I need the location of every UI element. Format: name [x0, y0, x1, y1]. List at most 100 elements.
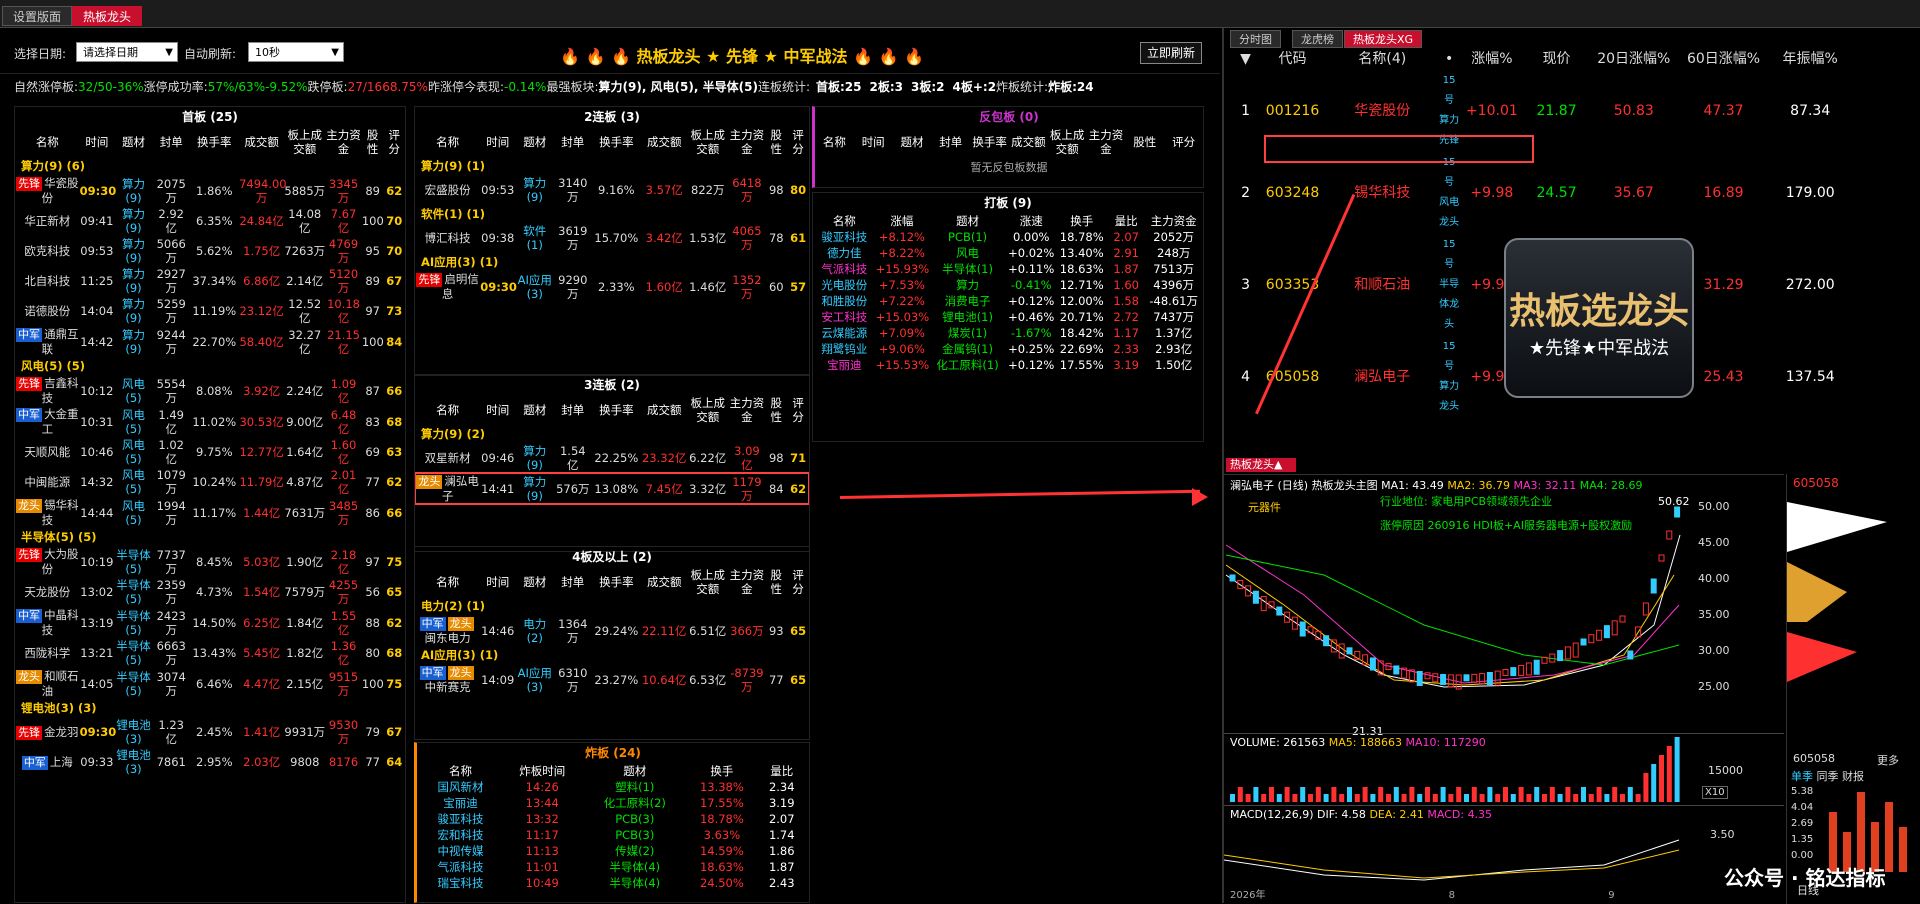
volume-bar — [1581, 787, 1586, 802]
table-row[interactable]: 龙头 澜弘电子 14:41 算力(9) 576万 13.08% 7.45亿 3.32亿 1179… — [415, 472, 809, 505]
candle — [1393, 665, 1400, 675]
tab-hot-board-leader[interactable]: 热板龙头 — [72, 6, 143, 26]
y-tick: 50.00 — [1698, 500, 1730, 513]
table-row[interactable]: 先锋 金龙羽 09:30 锂电池(3) 1.23亿 2.45% 1.41亿 9931万 9530… — [15, 717, 405, 747]
table-row[interactable]: 宝丽迪 13:44 化工原料(2) 17.55% 3.19 — [417, 795, 809, 811]
tab-intraday[interactable]: 分时图 — [1230, 30, 1281, 48]
daban-cell: +7.09% — [878, 326, 925, 340]
column-header: 封单 — [561, 403, 585, 417]
time-cell: 09:53 — [481, 183, 515, 197]
table-row[interactable]: 和胜股份 +7.22% 消费电子 +0.12% 12.00% 1.58 -48.61万 — [813, 293, 1203, 309]
candle — [1611, 620, 1618, 636]
chip-red — [1787, 632, 1857, 682]
table-row[interactable]: 宏和科技 11:17 PCB(3) 3.63% 1.74 — [417, 827, 809, 843]
tab-settings-layout[interactable]: 设置版面 — [2, 6, 73, 26]
table-row[interactable]: 龙头 和顺石油 14:05 半导体(5) 3074万 6.46% 4.47亿 2.15亿 951… — [15, 668, 405, 699]
table-row[interactable]: 西陇科学 13:21 半导体(5) 6663万 13.43% 5.45亿 1.82亿 1.36… — [15, 638, 405, 668]
table-row[interactable]: 中军 龙头中新赛克 14:09 AI应用(3) 6310万 23.27% 10.64亿 6.5… — [415, 664, 809, 695]
auto-refresh-select[interactable]: 10秒 ▼ — [248, 42, 344, 62]
candle — [1564, 646, 1571, 660]
stock-nature-cell: 84 — [768, 481, 784, 496]
side-tab[interactable]: 单季 — [1791, 770, 1813, 783]
stock-nature-cell: 93 — [768, 623, 784, 638]
stock-nature-cell: 95 — [365, 244, 380, 258]
table-row[interactable]: 气派科技 11:01 半导体(4) 18.63% 1.87 — [417, 859, 809, 875]
stock-nature-cell: 86 — [365, 505, 380, 520]
daban-cell: 1.37亿 — [1155, 326, 1193, 340]
column-header: 换手率 — [599, 575, 634, 589]
table-row[interactable]: 华正新材 09:41 算力(9) 2.92亿 6.35% 24.84亿 14.08亿 7.67… — [15, 206, 405, 236]
table-row[interactable]: 中军 上海 09:33 锂电池(3) 7861 2.95% 2.03亿 9808 8176 77 6… — [15, 747, 405, 777]
chip-orange — [1787, 562, 1847, 622]
turnover-cell: 11.19% — [192, 304, 237, 318]
table-row[interactable]: 国风新材 14:26 塑料(1) 13.38% 2.34 — [417, 779, 809, 795]
tag-badge: 龙头 — [447, 617, 474, 631]
zhaban-cell: 3.19 — [768, 796, 795, 810]
table-row[interactable]: 龙头 锡华科技 14:44 风电(5) 1994万 11.17% 1.44亿 7631万 348… — [15, 497, 405, 528]
table-row[interactable]: 先锋 大为股份 10:19 半导体(5) 7737万 8.45% 5.03亿 1.90亿 2.1… — [15, 546, 405, 577]
tab-hot-board-xg[interactable]: 热板龙头XG — [1344, 30, 1423, 48]
board-amount-cell: 9931万 — [284, 725, 326, 739]
auto-refresh-label: 自动刷新: — [184, 47, 237, 61]
table-row[interactable]: 先锋 启明信息 09:30 AI应用(3) 9290万 2.33% 1.60亿 1.46亿 13… — [415, 271, 809, 302]
table-row[interactable]: 中军 通鼎互联 14:42 算力(9) 9244万 22.70% 58.40亿 32.27亿 2… — [15, 326, 405, 357]
zhaban-cell: 化工原料(2) — [603, 796, 666, 810]
volume-panel: VOLUME: 261563 MA5: 188663 MA10: 117290 … — [1224, 733, 1784, 803]
volume-bar — [1495, 794, 1501, 802]
table-row[interactable]: 翔鹭钨业 +9.06% 金属钨(1) +0.25% 22.69% 2.33 2.93亿 — [813, 341, 1203, 357]
stock-name-cell: 中军 上海 — [15, 747, 80, 777]
zhaban-cell: 13.38% — [699, 780, 744, 794]
table-row[interactable]: 安工科技 +15.03% 锂电池(1) +0.46% 20.71% 2.72 7437万 — [813, 309, 1203, 325]
table-row[interactable]: 宝丽迪 +15.53% 化工原料(1) +0.12% 17.55% 3.19 1.50亿 — [813, 357, 1203, 373]
amount-cell: 23.32亿 — [641, 451, 687, 465]
table-row[interactable]: 诺德股份 14:04 算力(9) 5259万 11.19% 23.12亿 12.52亿 10.… — [15, 296, 405, 326]
stock-name: 天顺风能 — [24, 445, 71, 459]
amount-cell: 10.64亿 — [641, 672, 687, 687]
table-row[interactable]: 2 603248 锡华科技 15号 风电龙头 +9.98 24.57 35.67 16.89 1… — [1232, 152, 1852, 234]
tab-dragon-tiger[interactable]: 龙虎榜 — [1292, 30, 1343, 48]
table-row[interactable]: 先锋 华瓷股份 09:30 算力(9) 2075万 1.86% 7494.00万 5885万 3… — [15, 175, 405, 206]
main-fund-cell: -8739万 — [730, 665, 764, 694]
daban-cell: 7437万 — [1153, 310, 1195, 324]
table-row[interactable]: 中闽能源 14:32 风电(5) 1079万 10.24% 11.79亿 4.87亿 2.01… — [15, 467, 405, 497]
table-row[interactable]: 气派科技 +15.93% 半导体(1) +0.11% 18.63% 1.87 7513万 — [813, 261, 1203, 277]
more-link[interactable]: 更多 — [1877, 752, 1899, 768]
tag-badge: 先锋 — [16, 725, 43, 740]
turnover-cell: 10.24% — [192, 475, 237, 489]
row-index: 2 — [1241, 185, 1251, 201]
table-row[interactable]: 天龙股份 13:02 半导体(5) 2359万 4.73% 1.54亿 7579万 4255万… — [15, 577, 405, 607]
volume-bar — [1401, 794, 1407, 802]
table-row[interactable]: 中军 中晶科技 13:19 半导体(5) 2423万 14.50% 6.25亿 1.84亿 1.… — [15, 607, 405, 638]
table-row[interactable]: 欧克科技 09:53 算力(9) 5066万 5.62% 1.75亿 7263万 4769万 9… — [15, 236, 405, 266]
x-tick: 9 — [1608, 890, 1615, 901]
table-row[interactable]: 骏亚科技 +8.12% PCB(1) 0.00% 18.78% 2.07 2052万 — [813, 229, 1203, 245]
table-row[interactable]: 骏亚科技 13:32 PCB(3) 18.78% 2.07 — [417, 811, 809, 827]
candle — [1299, 621, 1306, 637]
chart-tab[interactable]: 热板龙头▲ — [1226, 458, 1296, 472]
stock-name: 启明信息 — [441, 272, 479, 301]
table-row[interactable]: 中军 龙头闽东电力 14:46 电力(2) 1364万 29.24% 22.11亿 6.51亿… — [415, 615, 809, 646]
table-row[interactable]: 中视传媒 11:13 传媒(2) 14.59% 1.86 — [417, 843, 809, 859]
theme-cell: 软件(1) — [523, 224, 547, 252]
stock-nature-cell: 100 — [361, 334, 384, 349]
date-select[interactable]: 请选择日期 ▼ — [76, 42, 178, 62]
table-row[interactable]: 双星新材 09:46 算力(9) 1.54亿 22.25% 23.32亿 6.22亿 3.09… — [415, 443, 809, 473]
table-row[interactable]: 云煤能源 +7.09% 煤炭(1) -1.67% 18.42% 1.17 1.37亿 — [813, 325, 1203, 341]
amount-cell: 1.41亿 — [243, 725, 281, 739]
group-row: 风电(5) (5) — [15, 357, 405, 375]
main-fund-cell: 1.36亿 — [330, 639, 357, 667]
table-row[interactable]: 瑞宝科技 10:49 半导体(4) 24.50% 2.43 — [417, 875, 809, 891]
time-cell: 09:30 — [79, 183, 117, 198]
table-row[interactable]: 德力佳 +8.22% 风电 +0.02% 13.40% 2.91 248万 — [813, 245, 1203, 261]
table-row[interactable]: 中军 大金重工 10:31 风电(5) 1.49亿 11.02% 30.53亿 9.00亿 6.… — [15, 406, 405, 437]
dif-line — [1224, 839, 1680, 881]
table-row[interactable]: 先锋 吉鑫科技 10:12 风电(5) 5554万 8.08% 3.92亿 2.24亿 1.09… — [15, 375, 405, 406]
seal-cell: 2.92亿 — [158, 207, 184, 235]
table-row[interactable]: 博汇科技 09:38 软件(1) 3619万 15.70% 3.42亿 1.53亿 4065万… — [415, 223, 809, 253]
table-row[interactable]: 光电股份 +7.53% 算力 -0.41% 12.71% 1.60 4396万 — [813, 277, 1203, 293]
table-row[interactable]: 天顺风能 10:46 风电(5) 1.02亿 9.75% 12.77亿 1.64亿 1.60亿… — [15, 437, 405, 467]
refresh-now-button[interactable]: 立即刷新 — [1140, 42, 1202, 64]
daban-cell: 半导体(1) — [942, 262, 993, 276]
table-row[interactable]: 北自科技 11:25 算力(9) 2927万 37.34% 6.86亿 2.14亿 5120万… — [15, 266, 405, 296]
table-row[interactable]: 宏盛股份 09:53 算力(9) 3140万 9.16% 3.57亿 822万 6418万 98… — [415, 175, 809, 205]
